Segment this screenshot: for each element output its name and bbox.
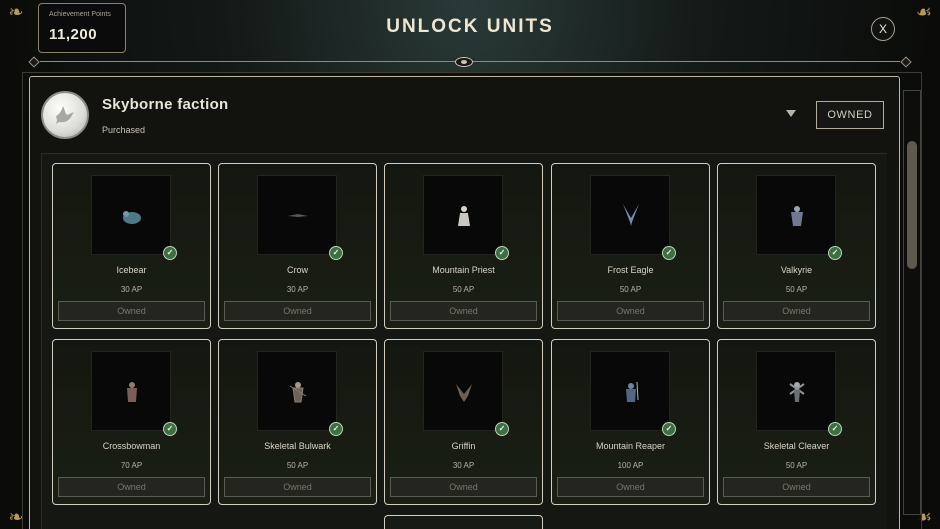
unit-portrait: ✓ — [423, 175, 509, 260]
scroll-thumb[interactable] — [907, 141, 917, 269]
skeletal-bulwark-icon — [289, 382, 307, 403]
unit-card-mountain-reaper[interactable]: ✓ Mountain Reaper 100 AP Owned — [551, 339, 710, 505]
unit-portrait: ✓ — [257, 175, 343, 260]
unit-cost: 70 AP — [120, 461, 143, 470]
unit-cost: 30 AP — [286, 285, 309, 294]
unit-card-crow[interactable]: ✓ Crow 30 AP Owned — [218, 163, 377, 329]
valkyrie-icon — [791, 206, 803, 226]
griffin-icon — [456, 384, 472, 402]
unit-card-skeletal-cleaver[interactable]: ✓ Skeletal Cleaver 50 AP Owned — [717, 339, 876, 505]
unit-owned-button[interactable]: Owned — [224, 477, 371, 497]
unit-card-icebear[interactable]: ✓ Icebear 30 AP Owned — [52, 163, 211, 329]
divider-gem-icon — [455, 57, 473, 67]
unit-owned-button[interactable]: Owned — [390, 301, 537, 321]
unit-cost: 50 AP — [785, 285, 808, 294]
unit-portrait: ✓ — [590, 175, 676, 260]
unit-name: Mountain Priest — [432, 265, 495, 275]
unit-card-crossbowman[interactable]: ✓ Crossbowman 70 AP Owned — [52, 339, 211, 505]
unit-name: Crossbowman — [102, 441, 161, 451]
unit-name: Crow — [286, 265, 308, 275]
unit-card-frost-eagle[interactable]: ✓ Frost Eagle 50 AP Owned — [551, 163, 710, 329]
unit-owned-button[interactable]: Owned — [58, 301, 205, 321]
close-button[interactable]: X — [871, 17, 895, 41]
unit-cost: 100 AP — [617, 461, 644, 470]
mountain-priest-icon — [458, 206, 470, 226]
owned-check-icon: ✓ — [828, 246, 842, 260]
icebear-icon — [123, 211, 141, 224]
owned-check-icon: ✓ — [495, 246, 509, 260]
crossbowman-icon — [127, 382, 137, 402]
unit-name: Valkyrie — [780, 265, 813, 275]
unit-cost: 50 AP — [619, 285, 642, 294]
unit-name: Skeletal Bulwark — [264, 441, 331, 451]
unit-cost: 30 AP — [452, 461, 475, 470]
page-title: UNLOCK UNITS — [386, 16, 554, 37]
unit-portrait: ✓ — [756, 175, 842, 260]
faction-name: Skyborne faction — [102, 96, 229, 113]
unit-portrait: ✓ — [590, 351, 676, 436]
faction-status: Purchased — [102, 125, 146, 135]
crow-icon — [288, 214, 308, 217]
dove-icon — [41, 91, 89, 139]
chevron-down-icon[interactable] — [786, 110, 796, 117]
unit-card-partial[interactable] — [384, 515, 543, 529]
faction-owned-button[interactable]: OWNED — [816, 101, 884, 129]
unit-owned-button[interactable]: Owned — [723, 301, 870, 321]
unit-portrait: ✓ — [756, 351, 842, 436]
unit-card-mountain-priest[interactable]: ✓ Mountain Priest 50 AP Owned — [384, 163, 543, 329]
unit-owned-button[interactable]: Owned — [557, 301, 704, 321]
owned-check-icon: ✓ — [163, 246, 177, 260]
unit-card-skeletal-bulwark[interactable]: ✓ Skeletal Bulwark 50 AP Owned — [218, 339, 377, 505]
unit-portrait: ✓ — [91, 351, 177, 436]
unit-card-valkyrie[interactable]: ✓ Valkyrie 50 AP Owned — [717, 163, 876, 329]
unit-portrait: ✓ — [423, 351, 509, 436]
unit-name: Skeletal Cleaver — [763, 441, 830, 451]
mountain-reaper-icon — [626, 381, 639, 402]
unit-name: Frost Eagle — [607, 265, 654, 275]
owned-check-icon: ✓ — [828, 422, 842, 436]
unit-owned-button[interactable]: Owned — [723, 477, 870, 497]
unit-cost: 50 AP — [785, 461, 808, 470]
owned-check-icon: ✓ — [329, 246, 343, 260]
unit-owned-button[interactable]: Owned — [390, 477, 537, 497]
unit-cost: 30 AP — [120, 285, 143, 294]
unit-portrait: ✓ — [91, 175, 177, 260]
unit-portrait: ✓ — [257, 351, 343, 436]
owned-check-icon: ✓ — [662, 422, 676, 436]
owned-check-icon: ✓ — [163, 422, 177, 436]
owned-check-icon: ✓ — [495, 422, 509, 436]
unit-owned-button[interactable]: Owned — [557, 477, 704, 497]
frost-eagle-icon — [623, 204, 639, 226]
unit-name: Griffin — [451, 441, 476, 451]
unit-cost: 50 AP — [286, 461, 309, 470]
owned-check-icon: ✓ — [662, 246, 676, 260]
unit-name: Icebear — [116, 265, 147, 275]
scrollbar[interactable] — [903, 90, 921, 515]
unit-card-griffin[interactable]: ✓ Griffin 30 AP Owned — [384, 339, 543, 505]
unit-name: Mountain Reaper — [595, 441, 666, 451]
skeletal-cleaver-icon — [789, 382, 805, 402]
unit-cost: 50 AP — [452, 285, 475, 294]
owned-check-icon: ✓ — [329, 422, 343, 436]
unit-owned-button[interactable]: Owned — [224, 301, 371, 321]
unit-owned-button[interactable]: Owned — [58, 477, 205, 497]
